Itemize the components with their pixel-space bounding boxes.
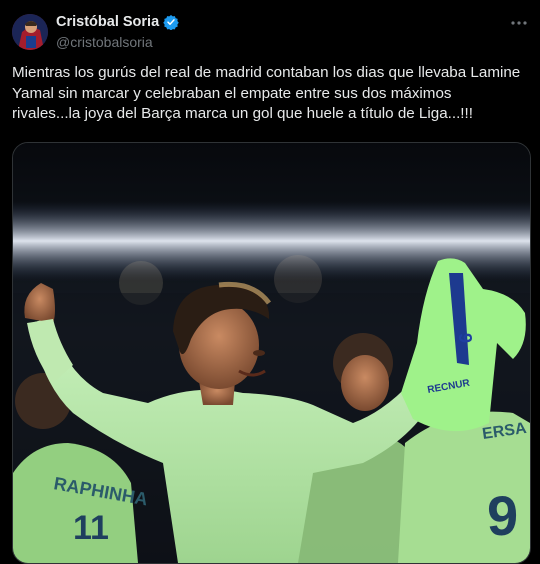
author-display-name[interactable]: Cristóbal Soria (56, 14, 159, 30)
tweet-text: Mientras los gurús del real de madrid co… (12, 64, 521, 122)
author-avatar[interactable] (12, 14, 48, 50)
verified-badge-icon (163, 14, 179, 31)
more-horizontal-icon[interactable] (510, 16, 528, 30)
author-handle[interactable]: @cristobalsoria (56, 34, 153, 50)
back-player-number-left: 11 (73, 509, 109, 547)
held-shirt-number: 9 (455, 333, 475, 343)
back-player-number-right: 9 (487, 484, 518, 547)
tweet-photo[interactable]: RAPHINHA 11 ERSA 9 9 RECNUR (12, 142, 531, 564)
